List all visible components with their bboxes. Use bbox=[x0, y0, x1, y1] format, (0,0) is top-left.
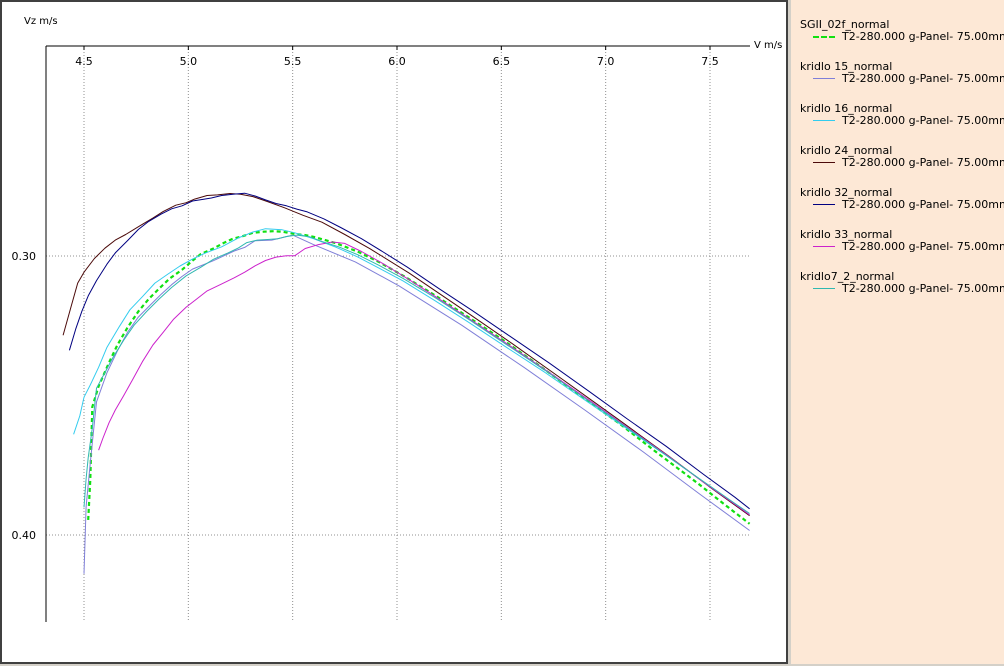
legend-series-description: T2-280.000 g-Panel- 75.00mm bbox=[842, 114, 1004, 127]
series-line-1 bbox=[83, 234, 750, 574]
legend-swatch bbox=[813, 120, 835, 121]
x-tick-label: 7.0 bbox=[597, 55, 615, 68]
legend-swatch bbox=[813, 246, 835, 247]
series-line-3 bbox=[62, 193, 750, 517]
legend-entry: kridlo 32_normal T2-280.000 g-Panel- 75.0… bbox=[791, 186, 1004, 220]
series-line-6 bbox=[83, 234, 750, 514]
polar-chart: 4.5 5.0 5.5 6.0 6.5 7.0 7.5 0.30 0.40 V m/s Vz m/s bbox=[12, 16, 782, 622]
legend-entry: kridlo 33_normal T2-280.000 g-Panel- 75.0… bbox=[791, 228, 1004, 262]
y-tick-label: 0.30 bbox=[12, 250, 37, 263]
legend-swatch bbox=[813, 204, 835, 205]
legend-swatch bbox=[813, 162, 835, 163]
x-tick-label: 6.0 bbox=[388, 55, 406, 68]
x-tick-label: 6.5 bbox=[493, 55, 511, 68]
y-tick-label: 0.40 bbox=[12, 529, 37, 542]
legend-series-description: T2-280.000 g-Panel- 75.00mm bbox=[842, 30, 1004, 43]
legend-entry: SGII_02f_normal T2-280.000 g-Panel- 75.00… bbox=[791, 18, 1004, 52]
legend-series-description: T2-280.000 g-Panel- 75.00mm bbox=[842, 198, 1004, 211]
legend-series-description: T2-280.000 g-Panel- 75.00mm bbox=[842, 156, 1004, 169]
x-tick-label: 7.5 bbox=[701, 55, 719, 68]
series-line-2 bbox=[73, 228, 750, 516]
legend-swatch bbox=[813, 288, 835, 289]
x-tick-label: 4.5 bbox=[75, 55, 93, 68]
legend-series-description: T2-280.000 g-Panel- 75.00mm bbox=[842, 282, 1004, 295]
y-axis-title: Vz m/s bbox=[24, 16, 58, 27]
legend-entry: kridlo 24_normal T2-280.000 g-Panel- 75.0… bbox=[791, 144, 1004, 178]
x-tick-label: 5.5 bbox=[284, 55, 302, 68]
legend-swatch bbox=[813, 36, 835, 38]
legend-series-description: T2-280.000 g-Panel- 75.00mm bbox=[842, 72, 1004, 85]
legend-entry: kridlo7_2_normal T2-280.000 g-Panel- 75.0… bbox=[791, 270, 1004, 304]
legend-entry: kridlo 16_normal T2-280.000 g-Panel- 75.0… bbox=[791, 102, 1004, 136]
x-axis-title: V m/s bbox=[754, 40, 782, 51]
plot-area: 4.5 5.0 5.5 6.0 6.5 7.0 7.5 0.30 0.40 V m/s Vz m/s bbox=[0, 0, 788, 664]
series-line-4 bbox=[68, 192, 750, 510]
legend-series-description: T2-280.000 g-Panel- 75.00mm bbox=[842, 240, 1004, 253]
legend-swatch bbox=[813, 78, 835, 79]
x-tick-label: 5.0 bbox=[180, 55, 198, 68]
legend-panel: SGII_02f_normal T2-280.000 g-Panel- 75.00… bbox=[791, 0, 1004, 664]
legend-entry: kridlo 15_normal T2-280.000 g-Panel- 75.0… bbox=[791, 60, 1004, 94]
